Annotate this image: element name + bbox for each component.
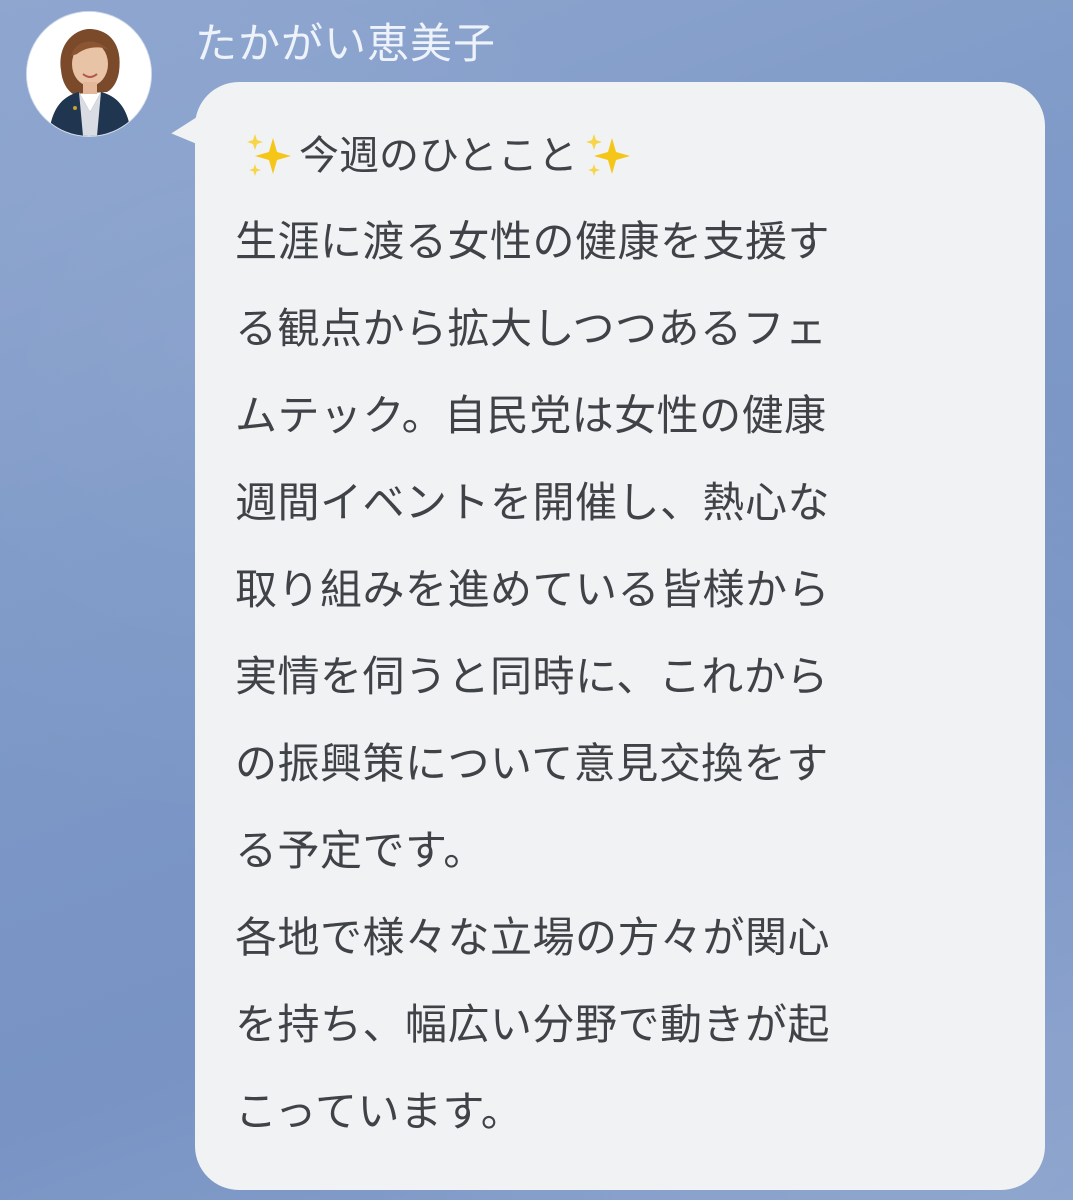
profile-photo-avatar (27, 12, 151, 136)
message-line: る予定です。 (235, 826, 486, 875)
message-heading: 今週のひとこと (239, 114, 1015, 198)
sender-name: たかがい恵美子 (195, 19, 497, 68)
sparkles-icon (582, 130, 634, 182)
message-line: 各地で様々な立場の方々が関心 (235, 913, 831, 962)
message-bubble[interactable]: 今週のひとこと 生涯に渡る女性の健康を支援す る観点から拡大しつつあるフェ ムテ… (195, 82, 1045, 1190)
message-line: ムテック。自民党は女性の健康 (235, 391, 827, 440)
sender-avatar[interactable] (27, 12, 151, 136)
sparkles-icon (243, 130, 295, 182)
message-line: 週間イベントを開催し、熱心な (235, 478, 831, 527)
message-line: の振興策について意見交換をす (235, 739, 829, 788)
heading-text: 今週のひとこと (299, 133, 578, 179)
message-line: を持ち、幅広い分野で動きが起 (235, 1000, 831, 1049)
message-line: る観点から拡大しつつあるフェ (235, 304, 828, 353)
message-line: 取り組みを進めている皆様から (235, 565, 831, 614)
message-line: 生涯に渡る女性の健康を支援す (235, 217, 831, 266)
message-line: 実情を伺うと同時に、これから (235, 652, 829, 701)
message-line: こっています。 (235, 1087, 524, 1136)
